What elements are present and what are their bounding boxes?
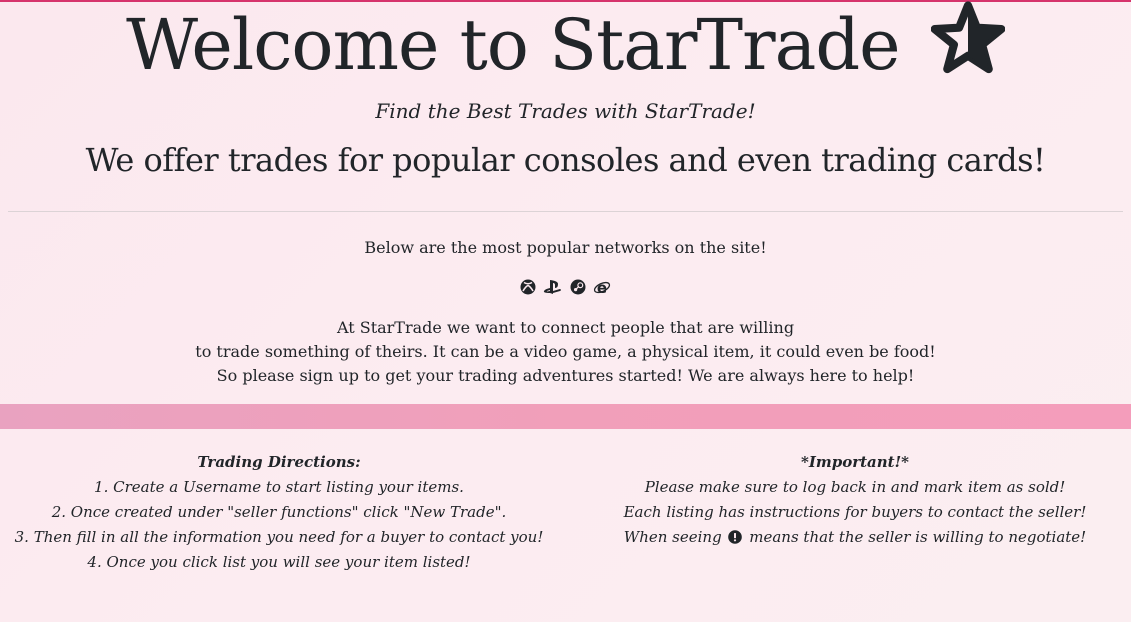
direction-step: 1. Create a Username to start listing yo… xyxy=(94,478,464,496)
important-heading: *Important!* xyxy=(800,453,910,471)
internet-explorer-icon: e xyxy=(593,279,611,299)
about-line: So please sign up to get your trading ad… xyxy=(216,366,915,385)
direction-step: 3. Then fill in all the information you … xyxy=(14,528,544,546)
accent-band xyxy=(0,404,1131,429)
about-line: to trade something of theirs. It can be … xyxy=(195,342,936,361)
important-notes: *Important!* Please make sure to log bac… xyxy=(580,450,1130,552)
important-line: Each listing has instructions for buyers… xyxy=(623,503,1087,521)
direction-step: 2. Once created under "seller functions"… xyxy=(51,503,507,521)
negotiate-suffix: means that the seller is willing to nego… xyxy=(749,528,1087,546)
divider xyxy=(8,211,1123,212)
exclamation-circle-icon xyxy=(728,527,743,552)
page-title-text: Welcome to StarTrade xyxy=(126,4,900,86)
network-icons: e xyxy=(0,278,1131,298)
networks-intro: Below are the most popular networks on t… xyxy=(364,238,767,257)
steam-icon xyxy=(570,279,586,299)
xbox-icon xyxy=(520,279,536,299)
important-line: Please make sure to log back in and mark… xyxy=(644,478,1066,496)
offer-heading: We offer trades for popular consoles and… xyxy=(85,141,1046,179)
negotiate-prefix: When seeing xyxy=(623,528,722,546)
page-title: Welcome to StarTrade xyxy=(0,0,1131,96)
playstation-icon xyxy=(543,279,563,299)
about-line: At StarTrade we want to connect people t… xyxy=(336,318,795,337)
direction-step: 4. Once you click list you will see your… xyxy=(87,553,471,571)
about-text: At StarTrade we want to connect people t… xyxy=(0,316,1131,388)
star-icon xyxy=(930,1,1006,96)
negotiate-note: When seeing means that the seller is wil… xyxy=(580,525,1130,552)
trading-directions: Trading Directions: 1. Create a Username… xyxy=(0,450,558,575)
trading-directions-heading: Trading Directions: xyxy=(197,453,361,471)
tagline: Find the Best Trades with StarTrade! xyxy=(375,99,756,123)
